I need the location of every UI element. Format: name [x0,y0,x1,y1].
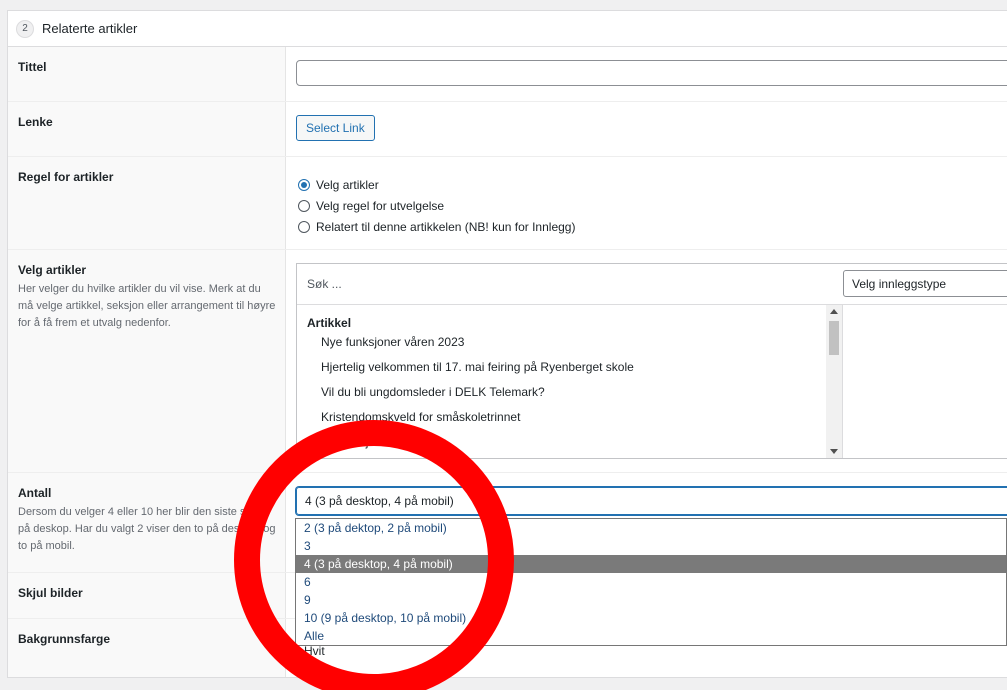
row-velg-artikler: Velg artikler Her velger du hvilke artik… [8,250,1007,473]
regel-label: Regel for artikler [18,170,114,184]
radio-velg-artikler[interactable]: Velg artikler [298,174,575,195]
row-lenke: Lenke Select Link [8,102,1007,157]
bakgrunnsfarge-label: Bakgrunnsfarge [18,632,111,646]
tittel-label: Tittel [18,60,47,74]
list-group-heading: Artikkel [307,316,352,330]
antall-description: Dersom du velger 4 eller 10 her blir den… [18,506,276,552]
row-tittel: Tittel [8,47,1007,102]
velg-artikler-description: Her velger du hvilke artikler du vil vis… [18,283,276,329]
velg-artikler-label: Velg artikler [18,263,87,277]
list-item[interactable]: Hjertelig velkommen til 17. mai feiring … [297,355,842,380]
tittel-input[interactable] [296,60,1007,86]
list-item[interactable]: Nye funksjoner våren 2023 [297,330,842,355]
dropdown-option[interactable]: 6 [296,573,1006,591]
radio-relatert[interactable]: Relatert til denne artikkelen (NB! kun f… [298,216,575,237]
dropdown-option-selected[interactable]: 4 (3 på desktop, 4 på mobil) [296,555,1006,573]
list-item[interactable]: Roser, bjørk og stauder [297,430,842,455]
regel-radio-group: Velg artikler Velg regel for utvelgelse … [298,174,575,237]
panel-title: Relaterte artikler [42,21,138,36]
dropdown-option[interactable]: 2 (3 på dektop, 2 på mobil) [296,519,1006,537]
section-number-badge: 2 [16,19,34,38]
row-regel: Regel for artikler Velg artikler Velg re… [8,157,1007,250]
antall-select[interactable]: 4 (3 på desktop, 4 på mobil) [296,487,1007,515]
list-scrollbar[interactable] [826,305,842,458]
dropdown-option[interactable]: 3 [296,537,1006,555]
panel-header[interactable]: 2 Relaterte artikler [8,11,1007,47]
radio-checked-icon[interactable] [298,178,310,191]
antall-label: Antall [18,486,52,500]
skjul-bilder-label: Skjul bilder [18,586,83,600]
dropdown-option[interactable]: 9 [296,591,1006,609]
search-input[interactable]: Søk ... [307,277,342,291]
list-item[interactable]: Vil du bli ungdomsleder i DELK Telemark? [297,380,842,405]
dropdown-option[interactable]: 10 (9 på desktop, 10 på mobil) [296,609,1006,627]
select-link-button[interactable]: Select Link [296,115,375,141]
article-list: Artikkel Nye funksjoner våren 2023 Hjert… [297,305,843,458]
bakgrunnsfarge-value[interactable]: Hvit [304,644,325,658]
radio-unchecked-icon[interactable] [298,220,310,233]
radio-unchecked-icon[interactable] [298,199,310,212]
list-item[interactable]: Kristendomskveld for småskoletrinnet [297,405,842,430]
antall-dropdown-list: 2 (3 på dektop, 2 på mobil) 3 4 (3 på de… [295,518,1007,646]
lenke-label: Lenke [18,115,53,129]
scroll-down-icon[interactable] [830,449,838,454]
picker-search-bar: Søk ... Velg innleggstype [297,264,1007,305]
article-picker: Søk ... Velg innleggstype Artikkel Nye f… [296,263,1007,459]
scroll-thumb[interactable] [829,321,839,355]
radio-velg-regel[interactable]: Velg regel for utvelgelse [298,195,575,216]
post-type-select[interactable]: Velg innleggstype [843,270,1007,297]
dropdown-option[interactable]: Alle [296,627,1006,645]
scroll-up-icon[interactable] [830,309,838,314]
